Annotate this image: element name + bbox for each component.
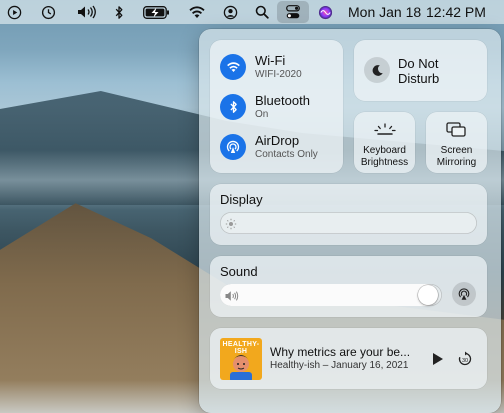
keyboard-brightness-label-line1: Keyboard [363,145,406,156]
screen-mirroring-label-line1: Screen [440,145,473,156]
now-playing-title: Why metrics are your be... [270,345,411,359]
airdrop-title: AirDrop [255,133,300,148]
now-playing-info: Why metrics are your be... Healthy-ish –… [270,345,422,371]
wifi-network-name: WIFI-2020 [255,69,302,80]
now-playing-module[interactable]: HEALTHY-ISH Why metrics are your be... H… [210,328,487,389]
volume-fill [220,284,438,306]
clock-icon[interactable] [40,3,56,21]
play-icon [433,353,443,365]
user-icon[interactable] [222,3,238,21]
airdrop-toggle[interactable]: AirDrop Contacts Only [220,133,318,161]
svg-text:30: 30 [462,358,468,364]
keyboard-brightness-label-line2: Brightness [360,157,409,168]
bluetooth-icon[interactable] [113,3,125,21]
keyboard-brightness-tile[interactable]: Keyboard Brightness [354,112,415,173]
connectivity-module: Wi-Fi WIFI-2020 Bluetooth On AirDrop Con… [210,40,343,173]
now-playing-subtitle: Healthy-ish – January 16, 2021 [270,360,409,371]
control-center-icon[interactable] [277,1,309,23]
screen-mirroring-label-line2: Mirroring [436,157,477,168]
display-brightness-slider[interactable] [220,212,477,234]
play-button[interactable] [432,352,444,371]
airplay-audio-icon [458,288,470,300]
bluetooth-title: Bluetooth [255,93,310,108]
search-icon[interactable] [254,3,270,21]
display-title: Display [220,192,263,207]
skip-forward-30-icon: 30 [458,351,472,366]
volume-slider[interactable] [220,284,442,306]
airdrop-status: Contacts Only [255,149,318,160]
menu-bar-time[interactable]: 12:42 PM [426,4,486,20]
dnd-label-line1: Do Not [398,56,439,71]
skip-forward-30-button[interactable]: 30 [457,351,473,372]
volume-slider-knob[interactable] [418,285,438,305]
menu-bar: Mon Jan 18 12:42 PM [0,0,504,24]
sound-title: Sound [220,264,258,279]
keyboard-brightness-icon [373,122,397,141]
screen-mirroring-icon [446,122,466,143]
battery-charging-icon[interactable] [142,3,170,21]
moon-icon [364,57,390,83]
wifi-icon[interactable] [220,54,246,80]
control-center-panel: Wi-Fi WIFI-2020 Bluetooth On AirDrop Con… [199,29,501,413]
airdrop-icon[interactable] [220,134,246,160]
do-not-disturb-tile[interactable]: Do Not Disturb [354,40,487,101]
sound-module: Sound [210,256,487,317]
bluetooth-status: On [255,109,269,120]
volume-icon[interactable] [76,3,98,21]
speaker-icon [225,289,239,306]
wifi-title: Wi-Fi [255,53,286,68]
dnd-label-group: Do Not Disturb [398,56,439,86]
bluetooth-icon[interactable] [220,94,246,120]
screen-mirroring-tile[interactable]: Screen Mirroring [426,112,487,173]
dnd-label-line2: Disturb [398,71,440,86]
podcast-artwork: HEALTHY-ISH [220,338,262,380]
airplay-audio-button[interactable] [452,282,476,306]
menu-bar-date[interactable]: Mon Jan 18 [348,4,421,20]
wifi-icon[interactable] [187,3,207,21]
display-module: Display [210,184,487,245]
siri-icon[interactable] [317,3,333,21]
sun-icon [225,217,237,234]
play-circle-icon[interactable] [6,3,22,21]
wifi-toggle[interactable]: Wi-Fi WIFI-2020 [220,53,302,81]
bluetooth-toggle[interactable]: Bluetooth On [220,93,310,121]
